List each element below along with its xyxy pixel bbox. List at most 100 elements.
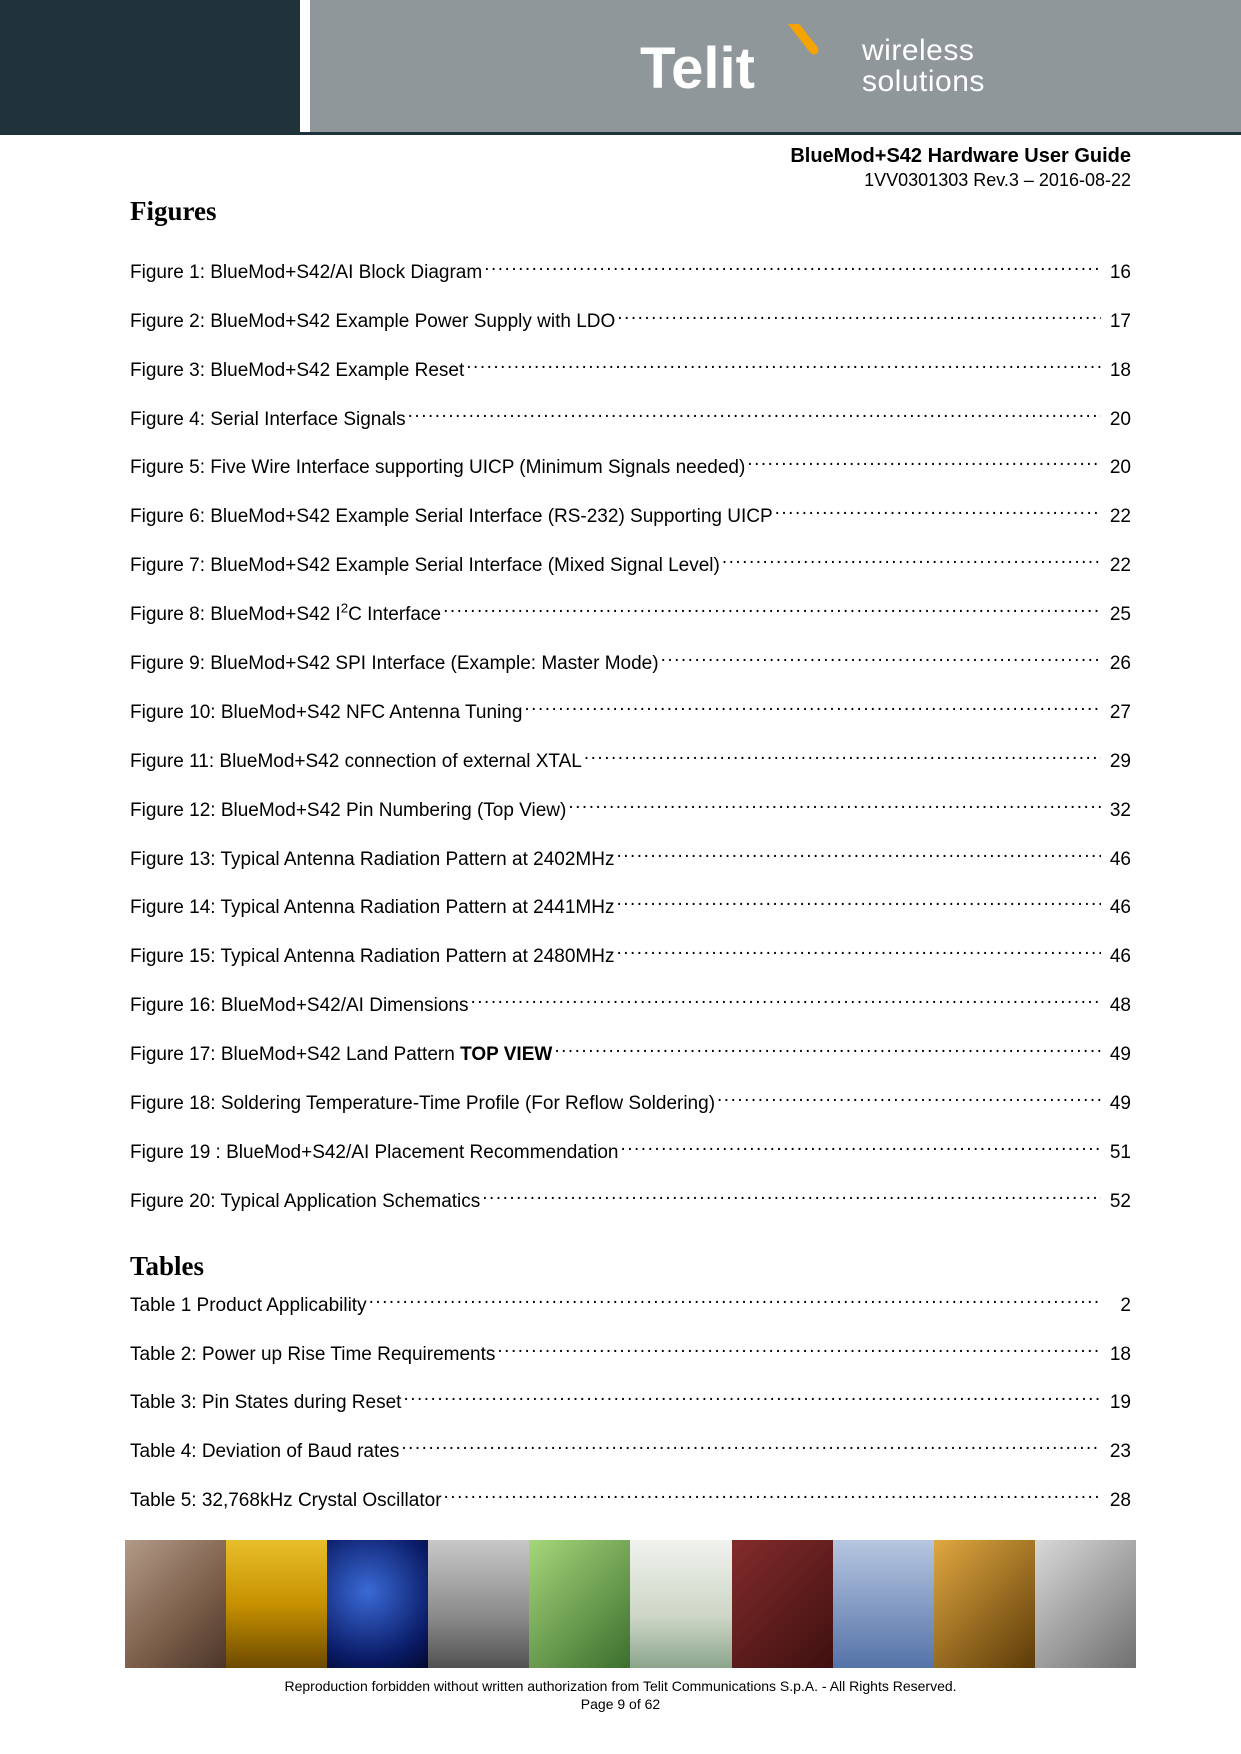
toc-page: 16 — [1103, 262, 1131, 284]
footer-thumb — [630, 1540, 731, 1668]
toc-entry: Figure 15: Typical Antenna Radiation Pat… — [130, 941, 1131, 968]
toc-entry: Figure 3: BlueMod+S42 Example Reset 18 — [130, 355, 1131, 382]
toc-dots — [617, 306, 1101, 327]
footer-thumb — [732, 1540, 833, 1668]
toc-label: Table 2: Power up Rise Time Requirements — [130, 1344, 495, 1366]
toc-entry: Table 2: Power up Rise Time Requirements… — [130, 1339, 1131, 1366]
toc-page: 46 — [1103, 946, 1131, 968]
doc-rev: 1VV0301303 Rev.3 – 2016-08-22 — [790, 170, 1131, 191]
toc-dots — [747, 453, 1101, 474]
toc-dots — [466, 355, 1101, 376]
toc-page: 18 — [1103, 1344, 1131, 1366]
toc-page: 25 — [1103, 604, 1131, 626]
toc-label: Figure 4: Serial Interface Signals — [130, 409, 406, 431]
toc-label: Table 5: 32,768kHz Crystal Oscillator — [130, 1490, 442, 1512]
toc-dots — [369, 1290, 1101, 1311]
footer-thumb — [833, 1540, 934, 1668]
toc-page: 17 — [1103, 311, 1131, 333]
toc-page: 20 — [1103, 409, 1131, 431]
toc-label-pre: Figure 8: BlueMod+S42 I — [130, 604, 341, 625]
toc-entry: Figure 12: BlueMod+S42 Pin Numbering (To… — [130, 795, 1131, 822]
toc-dots — [584, 746, 1101, 767]
toc-entry: Figure 4: Serial Interface Signals 20 — [130, 404, 1131, 431]
toc-page: 23 — [1103, 1441, 1131, 1463]
toc-label: Figure 20: Typical Application Schematic… — [130, 1191, 480, 1213]
toc-page: 26 — [1103, 653, 1131, 675]
toc-page: 2 — [1103, 1295, 1131, 1317]
svg-text:Telit: Telit — [640, 36, 755, 101]
toc-dots — [408, 404, 1101, 425]
toc-dots — [661, 648, 1101, 669]
footer-line1: Reproduction forbidden without written a… — [0, 1678, 1241, 1694]
tagline-line2: solutions — [862, 66, 985, 98]
toc-dots — [470, 990, 1101, 1011]
toc-label-sup: 2 — [341, 601, 348, 616]
doc-head: BlueMod+S42 Hardware User Guide 1VV03013… — [790, 145, 1131, 191]
toc-page: 49 — [1103, 1093, 1131, 1115]
toc-entry: Figure 5: Five Wire Interface supporting… — [130, 453, 1131, 480]
toc-label: Figure 14: Typical Antenna Radiation Pat… — [130, 897, 614, 919]
toc-label-pre: Figure 17: BlueMod+S42 Land Pattern — [130, 1044, 460, 1065]
toc-page: 28 — [1103, 1490, 1131, 1512]
toc-page: 22 — [1103, 555, 1131, 577]
toc-dots — [717, 1088, 1101, 1109]
toc-page: 18 — [1103, 360, 1131, 382]
toc-page: 46 — [1103, 897, 1131, 919]
doc-title: BlueMod+S42 Hardware User Guide — [790, 145, 1131, 168]
toc-label: Figure 3: BlueMod+S42 Example Reset — [130, 360, 464, 382]
toc-dots — [616, 844, 1101, 865]
header-underline — [0, 132, 1241, 135]
toc-dots — [524, 697, 1101, 718]
toc-page: 52 — [1103, 1191, 1131, 1213]
brand-block: Telit wireless solutions — [640, 24, 985, 109]
toc-entry: Figure 19 : BlueMod+S42/AI Placement Rec… — [130, 1137, 1131, 1164]
toc-label: Figure 16: BlueMod+S42/AI Dimensions — [130, 995, 468, 1017]
toc-entry: Figure 11: BlueMod+S42 connection of ext… — [130, 746, 1131, 773]
footer-thumb — [428, 1540, 529, 1668]
page-root: Telit wireless solutions BlueMod+S42 Har… — [0, 0, 1241, 1754]
toc-entry: Figure 14: Typical Antenna Radiation Pat… — [130, 893, 1131, 920]
toc-label-post: C Interface — [348, 604, 441, 625]
content: Figures Figure 1: BlueMod+S42/AI Block D… — [130, 196, 1131, 1632]
toc-label-bold: TOP VIEW — [460, 1044, 552, 1065]
header-left-block — [0, 0, 300, 132]
toc-entry: Figure 7: BlueMod+S42 Example Serial Int… — [130, 550, 1131, 577]
toc-page: 49 — [1103, 1044, 1131, 1066]
tagline-line1: wireless — [862, 35, 985, 67]
toc-label: Figure 12: BlueMod+S42 Pin Numbering (To… — [130, 800, 566, 822]
toc-dots — [484, 257, 1101, 278]
footer-thumb — [125, 1540, 226, 1668]
toc-page: 46 — [1103, 849, 1131, 871]
toc-entry: Figure 9: BlueMod+S42 SPI Interface (Exa… — [130, 648, 1131, 675]
toc-dots — [620, 1137, 1101, 1158]
footer-image-strip — [125, 1540, 1136, 1668]
header-band: Telit wireless solutions — [0, 0, 1241, 138]
toc-label: Figure 1: BlueMod+S42/AI Block Diagram — [130, 262, 482, 284]
toc-page: 51 — [1103, 1142, 1131, 1164]
toc-label: Figure 6: BlueMod+S42 Example Serial Int… — [130, 506, 773, 528]
toc-label: Table 1 Product Applicability — [130, 1295, 367, 1317]
footer-thumb — [327, 1540, 428, 1668]
header-right-block: Telit wireless solutions — [310, 0, 1241, 132]
toc-entry: Figure 20: Typical Application Schematic… — [130, 1186, 1131, 1213]
toc-label: Figure 17: BlueMod+S42 Land Pattern TOP … — [130, 1044, 552, 1066]
toc-dots — [444, 1485, 1101, 1506]
toc-entry: Figure 1: BlueMod+S42/AI Block Diagram 16 — [130, 257, 1131, 284]
toc-dots — [722, 550, 1101, 571]
toc-entry: Table 5: 32,768kHz Crystal Oscillator 28 — [130, 1485, 1131, 1512]
toc-label: Figure 13: Typical Antenna Radiation Pat… — [130, 849, 614, 871]
telit-logo: Telit — [640, 24, 840, 109]
toc-label: Figure 9: BlueMod+S42 SPI Interface (Exa… — [130, 653, 659, 675]
footer-thumb — [1035, 1540, 1136, 1668]
header-divider — [300, 0, 310, 138]
toc-dots — [616, 893, 1101, 914]
toc-dots — [403, 1388, 1101, 1409]
toc-entry: Figure 18: Soldering Temperature-Time Pr… — [130, 1088, 1131, 1115]
footer-thumb — [934, 1540, 1035, 1668]
toc-page: 22 — [1103, 506, 1131, 528]
toc-dots — [497, 1339, 1101, 1360]
toc-dots — [554, 1039, 1101, 1060]
toc-label: Figure 2: BlueMod+S42 Example Power Supp… — [130, 311, 615, 333]
toc-page: 48 — [1103, 995, 1131, 1017]
toc-dots — [482, 1186, 1101, 1207]
